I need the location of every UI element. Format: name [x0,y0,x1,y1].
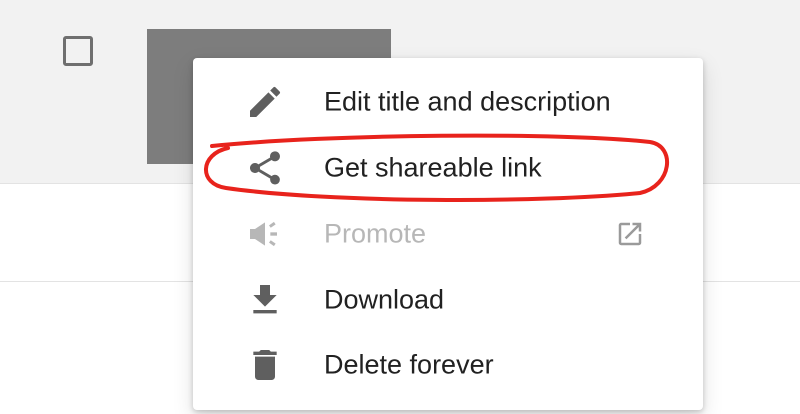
open-in-new-icon [615,219,645,249]
row-checkbox[interactable] [63,36,93,66]
share-icon [245,148,285,188]
trash-icon [245,345,285,385]
menu-item-label: Delete forever [324,349,494,380]
menu-item-edit-title[interactable]: Edit title and description [193,73,703,131]
menu-item-label: Get shareable link [324,152,542,183]
menu-item-promote: Promote [193,205,703,263]
menu-item-label: Download [324,284,445,315]
menu-item-get-shareable-link[interactable]: Get shareable link [193,139,703,197]
context-menu: Edit title and description Get shareable… [193,58,703,410]
download-icon [245,280,285,320]
menu-item-label: Edit title and description [324,86,611,117]
menu-item-label: Promote [324,218,427,249]
menu-item-delete-forever[interactable]: Delete forever [193,336,703,394]
menu-item-download[interactable]: Download [193,271,703,329]
pencil-icon [245,82,285,122]
megaphone-icon [245,214,285,254]
